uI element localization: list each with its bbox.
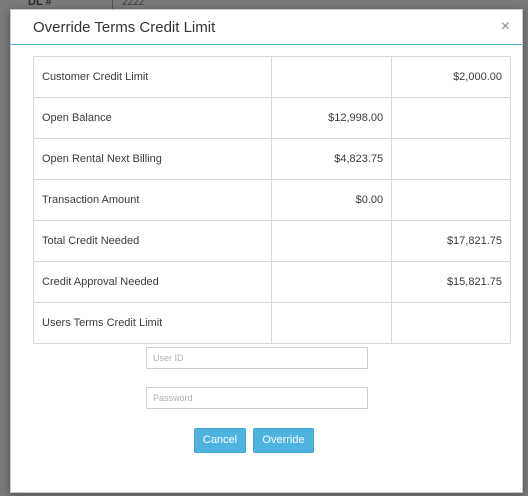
table-row: Total Credit Needed $17,821.75 (32, 220, 511, 262)
row-open-value (271, 56, 393, 98)
row-limit-value (391, 97, 511, 139)
row-label: Customer Credit Limit (32, 56, 273, 98)
override-button[interactable]: Override (253, 428, 314, 453)
cancel-button[interactable]: Cancel (194, 428, 246, 453)
table-row: Open Rental Next Billing $4,823.75 (32, 138, 511, 180)
dialog-title: Override Terms Credit Limit (33, 19, 216, 36)
row-label: Transaction Amount (32, 179, 273, 221)
dialog-header: Override Terms Credit Limit × (11, 10, 522, 45)
row-label: Open Rental Next Billing (32, 138, 273, 180)
row-limit-value: $17,821.75 (391, 220, 511, 262)
row-label: Total Credit Needed (32, 220, 273, 262)
row-open-value (271, 261, 393, 303)
row-open-value (271, 220, 393, 262)
table-row: Customer Credit Limit $2,000.00 (32, 56, 511, 98)
row-open-value (271, 302, 393, 344)
credit-summary-table: Customer Credit Limit $2,000.00 Open Bal… (32, 56, 511, 344)
row-open-value: $0.00 (271, 179, 393, 221)
user-id-input[interactable] (146, 347, 368, 369)
table-row: Users Terms Credit Limit (32, 302, 511, 344)
row-label: Credit Approval Needed (32, 261, 273, 303)
row-limit-value (391, 302, 511, 344)
row-open-value: $12,998.00 (271, 97, 393, 139)
row-limit-value (391, 179, 511, 221)
close-icon[interactable]: × (501, 18, 510, 36)
row-limit-value: $2,000.00 (391, 56, 511, 98)
row-open-value: $4,823.75 (271, 138, 393, 180)
password-input[interactable] (146, 387, 368, 409)
table-row: Credit Approval Needed $15,821.75 (32, 261, 511, 303)
row-limit-value (391, 138, 511, 180)
background-dl-label: DL # (28, 0, 52, 8)
row-limit-value: $15,821.75 (391, 261, 511, 303)
table-row: Open Balance $12,998.00 (32, 97, 511, 139)
table-row: Transaction Amount $0.00 (32, 179, 511, 221)
row-label: Users Terms Credit Limit (32, 302, 273, 344)
override-terms-dialog: Override Terms Credit Limit × Customer C… (10, 9, 523, 493)
background-dl-value: 2222 (122, 0, 145, 8)
row-label: Open Balance (32, 97, 273, 139)
